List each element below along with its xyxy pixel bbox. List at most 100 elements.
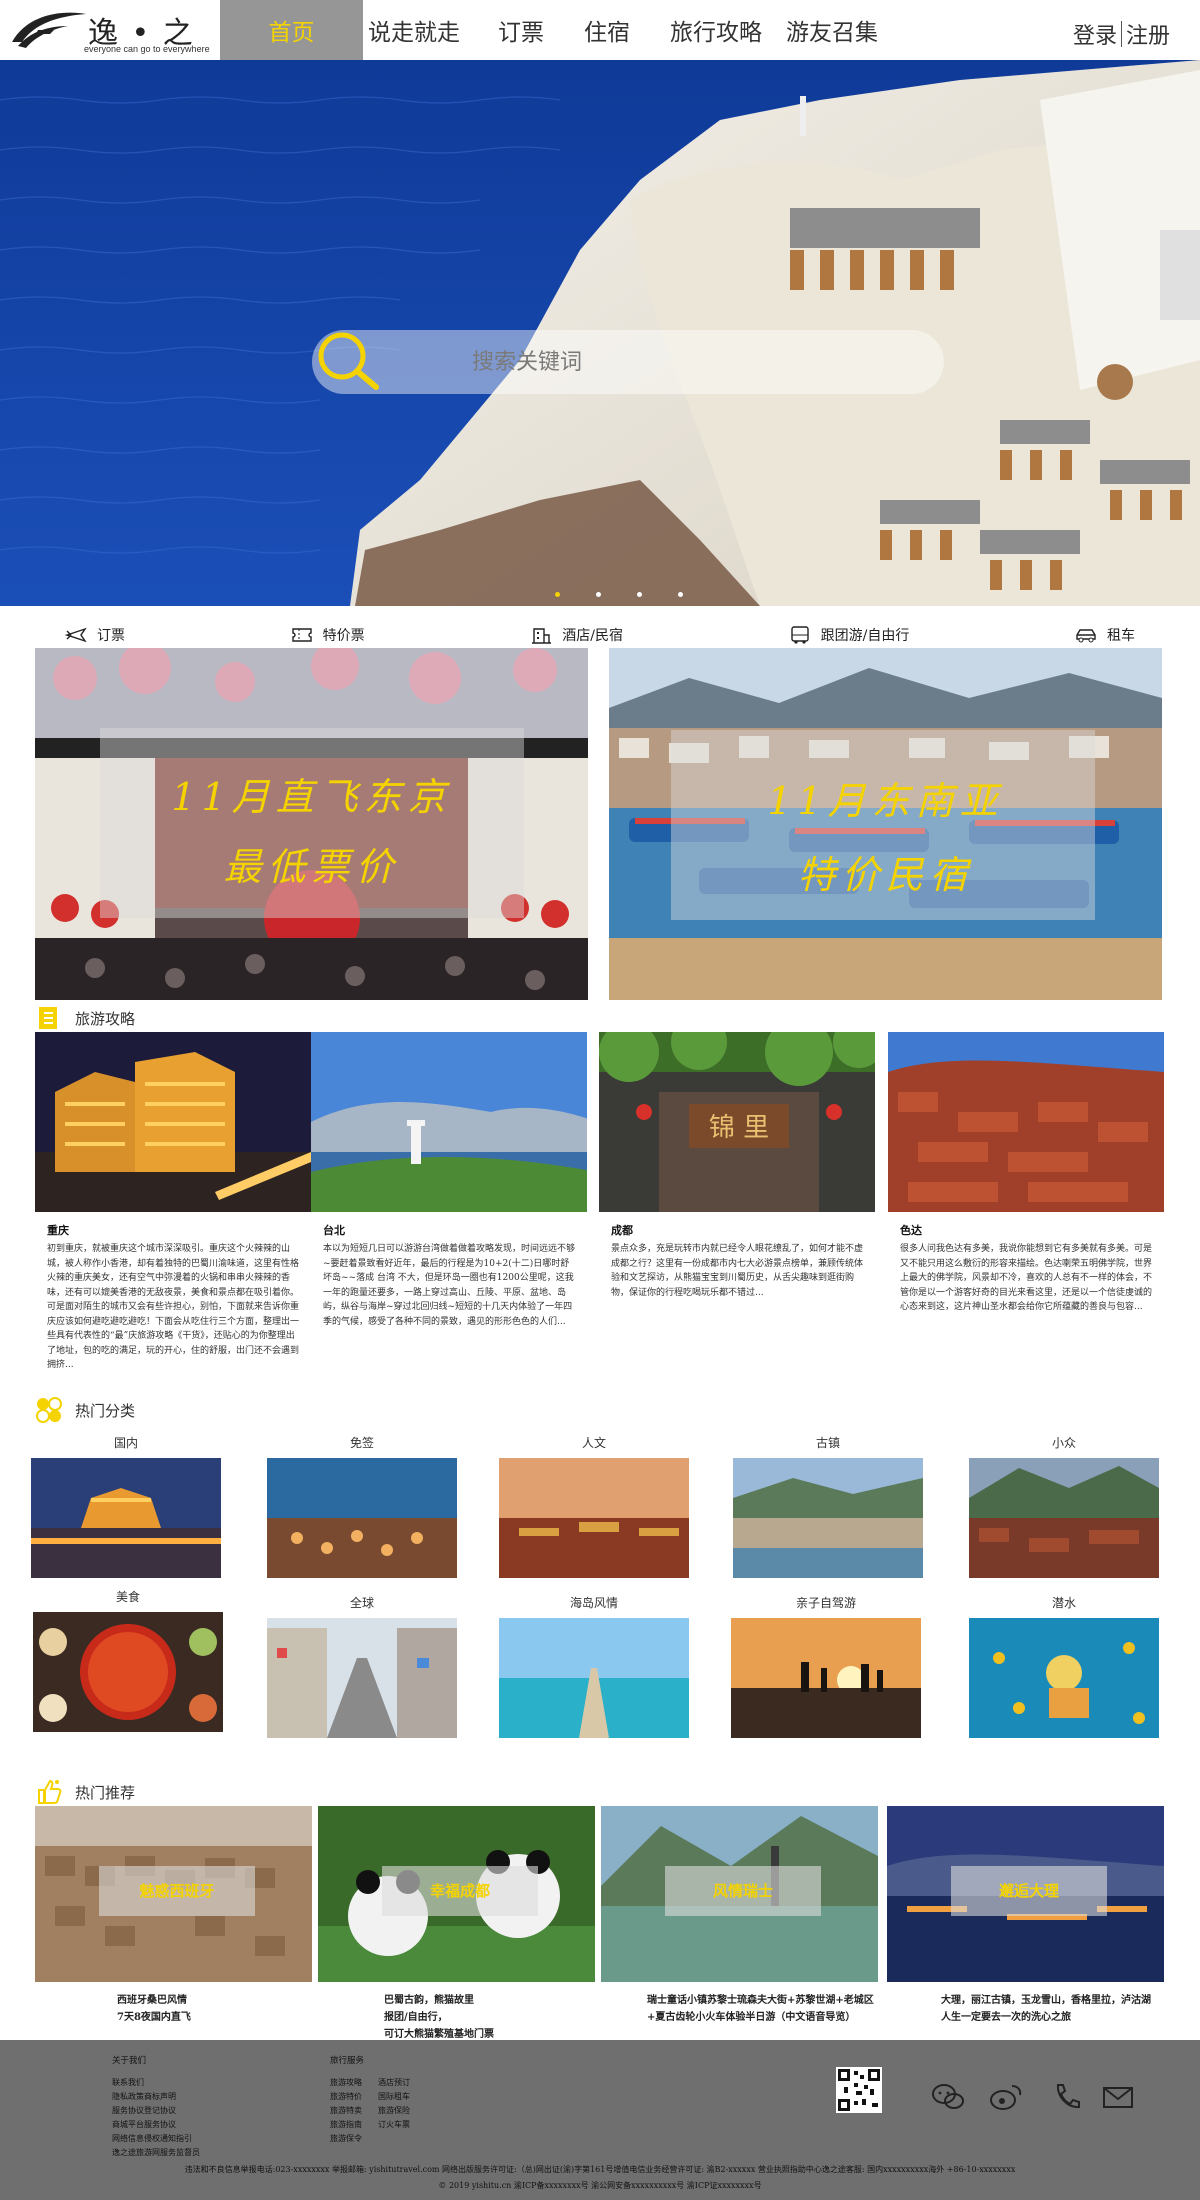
guide-card[interactable]: 色达 很多人问我色达有多美，我说你能想到它有多美就有多美。可是又不能只用这么敷衍…	[888, 1032, 1164, 1315]
guide-card[interactable]: 重庆 初到重庆，就被重庆这个城市深深吸引。重庆这个火辣辣的山城，被人称作小香港，…	[35, 1032, 311, 1373]
category-visa-free[interactable]: 免签	[264, 1434, 460, 1578]
service-tickets[interactable]: 订票	[65, 618, 125, 652]
service-special-tickets[interactable]: 特价票	[291, 618, 365, 652]
category-label: 海岛风情	[569, 1596, 618, 1610]
category-food[interactable]: 美食	[30, 1588, 226, 1732]
nav-go-now[interactable]: 说走就走	[363, 0, 480, 60]
footer-link[interactable]: 旅游保险	[378, 2104, 410, 2118]
service-tours[interactable]: 跟团游/自由行	[789, 618, 909, 652]
recommend-image: 魅惑西班牙	[35, 1806, 312, 1982]
footer-travel-services: 旅行服务 旅游攻略 旅游特价 旅游特卖 旅游指南 旅游保令 酒店预订 国际租车 …	[330, 2054, 410, 2146]
guide-card[interactable]: 锦 里 成都 景点众多，充是玩转市内就已经令人眼花缭乱了，如何才能不虚成都之行？…	[599, 1032, 875, 1300]
search-icon[interactable]	[312, 330, 388, 390]
search-input[interactable]	[472, 344, 772, 380]
category-image	[31, 1458, 221, 1578]
footer-link[interactable]: 旅游攻略	[330, 2076, 362, 2090]
recommend-chengdu[interactable]: 幸福成都 巴蜀古韵，熊猫故里 报团/自由行， 可订大熊猫繁殖基地门票	[318, 1806, 595, 2043]
footer: 关于我们 联系我们 隐私政策商标声明 服务协议登记协议 商城平台服务协议 网络信…	[0, 2040, 1200, 2200]
footer-link[interactable]: 商城平台服务协议	[112, 2118, 200, 2132]
service-car-rental[interactable]: 租车	[1075, 618, 1135, 652]
footer-link[interactable]: 旅游指南	[330, 2118, 362, 2132]
nav-travel-guides[interactable]: 旅行攻略	[650, 0, 772, 60]
recommend-spain[interactable]: 魅惑西班牙 西班牙桑巴风情 7天8夜国内直飞	[35, 1806, 312, 2026]
city-street-image	[267, 1618, 457, 1738]
phone-icon[interactable]	[1050, 2082, 1086, 2112]
login-link[interactable]: 登录	[1073, 18, 1117, 50]
guide-image	[888, 1032, 1164, 1212]
category-label: 免签	[349, 1436, 374, 1450]
svg-text:锦 里: 锦 里	[709, 1113, 769, 1143]
nav-tickets[interactable]: 订票	[480, 0, 564, 60]
category-label: 美食	[115, 1590, 140, 1604]
category-image	[267, 1618, 457, 1738]
nav-companions[interactable]: 游友召集	[772, 0, 888, 60]
recommend-tag: 风情瑞士	[665, 1866, 821, 1916]
footer-link[interactable]: 旅游特价	[330, 2090, 362, 2104]
recommend-image: 幸福成都	[318, 1806, 595, 1982]
carousel-dot-1[interactable]	[555, 592, 560, 597]
service-hotels[interactable]: 酒店/民宿	[530, 618, 623, 652]
bus-icon	[790, 626, 809, 644]
recommend-image: 风情瑞士	[601, 1806, 878, 1982]
auth-divider	[1120, 21, 1122, 47]
category-image	[731, 1618, 921, 1738]
category-image	[499, 1618, 689, 1738]
category-image	[499, 1458, 689, 1578]
carousel-dot-3[interactable]	[637, 592, 642, 597]
chengdu-jinli-image: 锦 里	[599, 1032, 875, 1212]
category-diving[interactable]: 潜水	[966, 1594, 1162, 1738]
footer-link[interactable]: 隐私政策商标声明	[112, 2090, 200, 2104]
category-family-driving[interactable]: 亲子自驾游	[728, 1594, 924, 1738]
promo-title-line2: 特价民宿	[797, 853, 974, 897]
category-ancient-town[interactable]: 古镇	[730, 1434, 926, 1578]
carousel-dots	[555, 592, 683, 597]
category-culture[interactable]: 人文	[496, 1434, 692, 1578]
category-island[interactable]: 海岛风情	[496, 1594, 692, 1738]
category-label: 潜水	[1051, 1596, 1076, 1610]
footer-link[interactable]: 网络信息侵权通知指引	[112, 2132, 200, 2146]
footer-link[interactable]: 联系我们	[112, 2076, 200, 2090]
wechat-icon[interactable]	[930, 2082, 966, 2112]
car-icon	[1076, 629, 1096, 643]
email-icon[interactable]	[1100, 2082, 1136, 2112]
promo-tokyo-flights[interactable]: 11月直飞东京 最低票价	[35, 648, 588, 1000]
guide-description: 本以为短短几日可以游游台湾做着做着攻略发现，时间远远不够~要赶着景致看好近年，最…	[323, 1244, 576, 1327]
guide-name: 成都	[611, 1224, 633, 1237]
recommend-dali[interactable]: 邂逅大理 大理，丽江古镇，玉龙雪山，香格里拉，泸沽湖 人生一定要去一次的洗心之旅	[887, 1806, 1164, 2026]
guide-card[interactable]: 台北 本以为短短几日可以游游台湾做着做着攻略发现，时间远远不够~要赶着景致看好近…	[311, 1032, 587, 1329]
footer-link[interactable]: 旅游特卖	[330, 2104, 362, 2118]
carousel-dot-4[interactable]	[678, 592, 683, 597]
recommend-section-title: 热门推荐	[35, 1778, 135, 1806]
footer-link[interactable]: 旅游保令	[330, 2132, 362, 2146]
category-icon	[36, 1397, 62, 1423]
hotpot-image	[33, 1612, 223, 1732]
promo-title-line2: 最低票价	[223, 845, 400, 889]
footer-link[interactable]: 服务协议登记协议	[112, 2104, 200, 2118]
category-label: 亲子自驾游	[795, 1596, 856, 1610]
recommend-tag: 幸福成都	[382, 1866, 538, 1916]
footer-link[interactable]: 国际租车	[378, 2090, 410, 2104]
nav-lodging[interactable]: 住宿	[564, 0, 650, 60]
weibo-icon[interactable]	[988, 2082, 1024, 2112]
category-image	[733, 1458, 923, 1578]
category-niche[interactable]: 小众	[966, 1434, 1162, 1578]
guide-description: 初到重庆，就被重庆这个城市深深吸引。重庆这个火辣辣的山城，被人称作小香港，却有着…	[47, 1244, 300, 1370]
nav-home[interactable]: 首页	[220, 0, 363, 60]
seda-valley-image	[888, 1032, 1164, 1212]
carousel-dot-2[interactable]	[596, 592, 601, 597]
register-link[interactable]: 注册	[1126, 18, 1170, 50]
category-label: 古镇	[815, 1436, 840, 1450]
footer-link[interactable]: 逸之途旅游网服务监督员	[112, 2146, 200, 2160]
guide-name: 重庆	[47, 1224, 69, 1237]
footer-link[interactable]: 酒店预订	[378, 2076, 410, 2090]
guide-image	[311, 1032, 587, 1212]
footer-license-info: 违法和不良信息举报电话:023-xxxxxxxx 举报邮箱: yishitutr…	[184, 2165, 1016, 2174]
logo[interactable]: 逸 • 之途 everyone can go to everywhere	[8, 6, 218, 95]
section-title-text: 热门推荐	[75, 1783, 136, 1802]
recommend-switzerland[interactable]: 风情瑞士 瑞士童话小镇苏黎士琉森夫大街+苏黎世湖+老城区 +夏古齿轮小火车体验半…	[601, 1806, 878, 2026]
water-town-image	[733, 1458, 923, 1578]
category-domestic[interactable]: 国内	[28, 1434, 224, 1578]
footer-link[interactable]: 订火车票	[378, 2118, 410, 2132]
promo-southeast-asia-lodging[interactable]: 11月东南亚 特价民宿	[609, 648, 1162, 1000]
category-global[interactable]: 全球	[264, 1594, 460, 1738]
